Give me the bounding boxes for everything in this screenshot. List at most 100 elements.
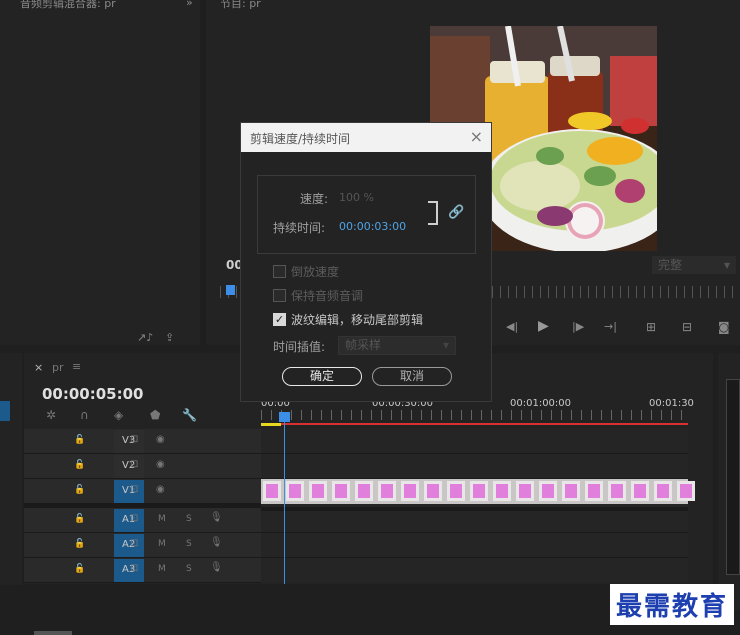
lane-divider <box>261 557 688 558</box>
lane-divider <box>261 507 688 511</box>
close-icon[interactable]: × <box>470 127 483 146</box>
extract-icon[interactable]: ⊟ <box>682 320 692 334</box>
clip-frame-thumb <box>657 484 669 498</box>
mute-button[interactable]: M <box>158 564 166 574</box>
wrench-icon[interactable]: 🔧 <box>182 408 197 422</box>
clip-frame <box>562 481 580 501</box>
reverse-speed-checkbox[interactable] <box>273 265 286 278</box>
mixer-icon[interactable]: ↗♪ <box>137 331 153 344</box>
speed-value[interactable]: 100 % <box>339 191 374 204</box>
ok-button[interactable]: 确定 <box>282 367 362 386</box>
track-v2[interactable]: 🔓 V2 ⊡ ◉ <box>24 454 261 479</box>
snap-icon[interactable]: ✲ <box>46 408 56 422</box>
audio-meter <box>726 379 740 575</box>
solo-button[interactable]: S <box>186 514 192 524</box>
close-tab-icon[interactable]: × <box>34 361 43 374</box>
lock-icon[interactable]: 🔓 <box>74 460 85 470</box>
panel-menu-icon[interactable]: » <box>186 0 193 9</box>
clip-frame-thumb <box>266 484 278 498</box>
mute-button[interactable]: M <box>158 514 166 524</box>
lock-icon[interactable]: 🔓 <box>74 514 85 524</box>
sync-lock-icon[interactable]: ⊡ <box>130 513 138 524</box>
clip-frame <box>401 481 419 501</box>
go-to-out-icon[interactable]: →| <box>604 320 617 333</box>
track-lanes[interactable] <box>261 429 688 583</box>
step-forward-icon[interactable]: |▶ <box>572 320 584 333</box>
sync-lock-icon[interactable]: ⊡ <box>130 434 138 445</box>
time-interpolation-select[interactable]: 帧采样 ▾ <box>338 336 456 355</box>
sync-lock-icon[interactable]: ⊡ <box>130 538 138 549</box>
clip-frame-thumb <box>450 484 462 498</box>
clip-frame-thumb <box>427 484 439 498</box>
clip-frame <box>263 481 281 501</box>
track-v3[interactable]: 🔓 V3 ⊡ ◉ <box>24 429 261 454</box>
keep-pitch-checkbox[interactable] <box>273 289 286 302</box>
premiere-window: 音频剪辑混合器: pr » ↗♪ ⇪ 节目: pr 00 完整 ▾ |< ◀| … <box>0 0 740 635</box>
timeline-timecode[interactable]: 00:00:05:00 <box>42 385 144 403</box>
clip-frame <box>516 481 534 501</box>
track-a3[interactable]: 🔓 A3 ⊡ M S 🎙 <box>24 558 261 583</box>
cancel-button[interactable]: 取消 <box>372 367 452 386</box>
mute-button[interactable]: M <box>158 539 166 549</box>
track-a1[interactable]: 🔓 A1 ⊡ M S 🎙 <box>24 508 261 533</box>
sync-lock-icon[interactable]: ⊡ <box>130 484 138 495</box>
scrollbar-thumb[interactable] <box>34 631 72 635</box>
clip-frame-thumb <box>680 484 692 498</box>
microphone-icon[interactable]: 🎙 <box>210 512 223 523</box>
eye-icon[interactable]: ◉ <box>156 459 165 470</box>
solo-button[interactable]: S <box>186 564 192 574</box>
lane-divider <box>261 532 688 533</box>
lock-icon[interactable]: 🔓 <box>74 435 85 445</box>
clip-frame-thumb <box>289 484 301 498</box>
clip-frame <box>539 481 557 501</box>
step-back-icon[interactable]: ◀| <box>506 320 518 333</box>
clip-frame-thumb <box>381 484 393 498</box>
clip-frame <box>355 481 373 501</box>
microphone-icon[interactable]: 🎙 <box>210 537 223 548</box>
lock-icon[interactable]: 🔓 <box>74 539 85 549</box>
work-area-bar[interactable] <box>281 423 688 425</box>
clip-frame-thumb <box>358 484 370 498</box>
hamburger-menu-icon[interactable]: ≡ <box>72 360 81 373</box>
watermark-logo: 最需教育 <box>609 584 734 625</box>
lane-divider <box>261 453 688 454</box>
lock-icon[interactable]: 🔓 <box>74 485 85 495</box>
clip-frame <box>424 481 442 501</box>
solo-button[interactable]: S <box>186 539 192 549</box>
interpolation-value: 帧采样 <box>345 338 382 352</box>
lock-icon[interactable]: 🔓 <box>74 564 85 574</box>
export-icon[interactable]: ⇪ <box>165 331 174 344</box>
sync-lock-icon[interactable]: ⊡ <box>130 563 138 574</box>
clip-frame-thumb <box>404 484 416 498</box>
microphone-icon[interactable]: 🎙 <box>210 562 223 573</box>
program-playhead[interactable] <box>226 285 235 295</box>
add-marker-icon[interactable]: ◈ <box>114 408 123 422</box>
play-icon[interactable]: ▶ <box>538 318 549 334</box>
dialog-title-bar[interactable]: 剪辑速度/持续时间 × <box>241 123 491 152</box>
speed-label: 速度: <box>300 192 329 206</box>
sync-lock-icon[interactable]: ⊡ <box>130 459 138 470</box>
ripple-edit-checkbox[interactable]: ✓ <box>273 313 286 326</box>
image-sequence-clip[interactable] <box>261 479 695 504</box>
timeline-tab[interactable]: pr <box>52 361 64 374</box>
tools-panel <box>0 353 22 585</box>
lift-icon[interactable]: ⊞ <box>646 320 656 334</box>
clip-frame <box>631 481 649 501</box>
timeline-playhead-handle[interactable] <box>279 412 290 422</box>
clip-frame <box>470 481 488 501</box>
eye-icon[interactable]: ◉ <box>156 434 165 445</box>
quality-select[interactable]: 完整 ▾ <box>652 256 736 274</box>
duration-value[interactable]: 00:00:03:00 <box>339 220 406 233</box>
export-frame-icon[interactable]: ◙ <box>718 320 730 334</box>
track-v1[interactable]: 🔓 V1 ⊡ ◉ <box>24 479 261 504</box>
ruler-label: 00:01:30 <box>649 398 694 409</box>
selection-tool-icon[interactable] <box>0 401 10 421</box>
track-a2[interactable]: 🔓 A2 ⊡ M S 🎙 <box>24 533 261 558</box>
clip-frame-thumb <box>634 484 646 498</box>
marker-icon[interactable]: ⬟ <box>150 408 160 422</box>
eye-icon[interactable]: ◉ <box>156 484 165 495</box>
playhead-line[interactable] <box>284 422 285 584</box>
audio-meters-panel <box>718 353 740 610</box>
linked-selection-icon[interactable]: ∩ <box>80 408 89 422</box>
chain-link-icon[interactable]: 🔗 <box>448 205 464 220</box>
